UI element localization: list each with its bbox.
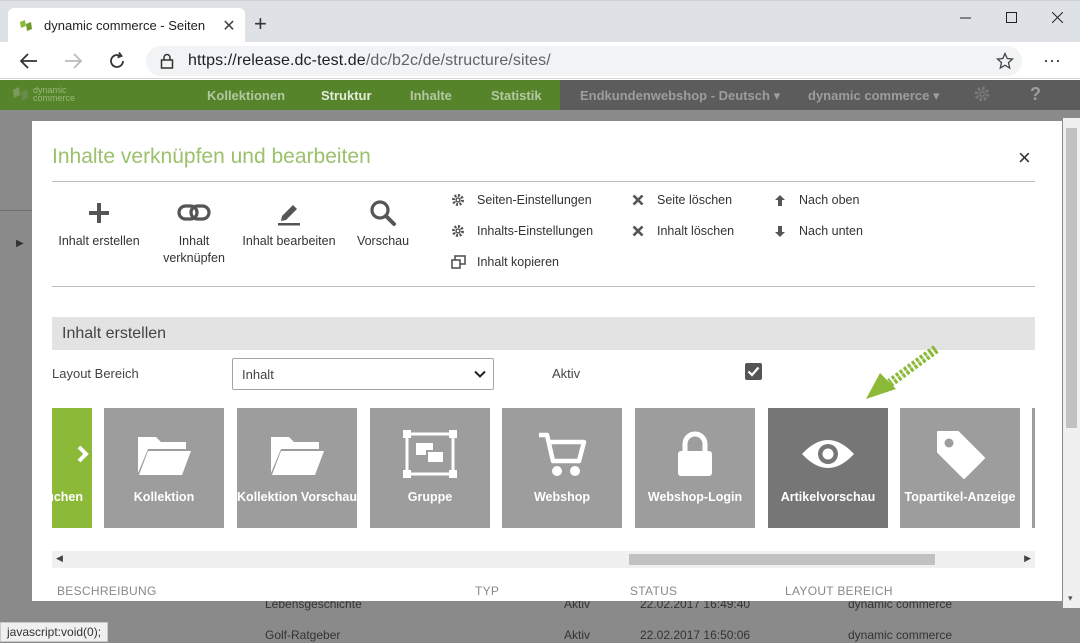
tiles-scrollbar[interactable]: ◀ ▶: [52, 551, 1035, 568]
lock-icon: [160, 53, 176, 69]
delete-content-button[interactable]: Inhalt löschen: [630, 223, 734, 239]
dialog-close-icon[interactable]: ×: [1018, 145, 1031, 171]
arrow-up-icon: [772, 192, 788, 208]
scroll-down-icon[interactable]: ▾: [1068, 593, 1073, 604]
bg-row-date: 22.02.2017 16:50:06: [640, 628, 751, 642]
edit-content-button[interactable]: Inhalt bearbeiten: [238, 193, 340, 250]
site-settings-button[interactable]: Seiten-Einstellungen: [450, 192, 592, 208]
tree-expand-icon: ▶: [16, 238, 24, 249]
dialog-title: Inhalte verknüpfen und bearbeiten: [52, 145, 371, 168]
nav-struktur[interactable]: Struktur: [321, 88, 372, 103]
content-type-tiles: uchen Kollektion Kollektion Vorschau Gru…: [52, 408, 1035, 528]
tile-webshop[interactable]: Webshop: [502, 408, 622, 528]
delete-site-button[interactable]: Seite löschen: [630, 192, 732, 208]
bookmark-star-icon[interactable]: [995, 51, 1015, 73]
pointer-arrow-icon: [862, 345, 940, 406]
scrollbar-thumb[interactable]: [1066, 128, 1077, 428]
maximize-icon[interactable]: [988, 6, 1034, 28]
new-tab-button[interactable]: +: [254, 13, 267, 35]
column-header-description[interactable]: BESCHREIBUNG: [57, 584, 157, 598]
shop-select[interactable]: Endkundenwebshop - Deutsch ▾: [580, 88, 780, 104]
chevron-down-icon: [473, 367, 487, 384]
folder-icon: [237, 426, 357, 482]
tab-close-icon[interactable]: ✕: [221, 16, 237, 36]
x-icon: [630, 192, 646, 208]
scroll-left-icon[interactable]: ◀: [56, 553, 63, 564]
back-icon[interactable]: [15, 47, 43, 75]
layout-area-select[interactable]: Inhalt: [232, 358, 494, 390]
edit-icon: [238, 193, 340, 233]
nav-kollektionen[interactable]: Kollektionen: [207, 88, 285, 103]
tab-title: dynamic commerce - Seiten: [44, 18, 206, 33]
nav-inhalte[interactable]: Inhalte: [410, 88, 452, 103]
arrow-down-icon: [772, 223, 788, 239]
divider: [52, 181, 1035, 182]
content-settings-button[interactable]: Inhalts-Einstellungen: [450, 223, 593, 239]
gear-icon: [450, 192, 466, 208]
search-icon: [350, 193, 416, 233]
help-icon[interactable]: ?: [1030, 84, 1041, 105]
move-down-button[interactable]: Nach unten: [772, 223, 863, 239]
lock-icon: [635, 426, 755, 482]
tile-group[interactable]: Gruppe: [370, 408, 490, 528]
tag-icon: [900, 426, 1020, 482]
browser-status-bar: javascript:void(0);: [0, 622, 109, 642]
eye-icon: [768, 426, 888, 482]
group-icon: [370, 426, 490, 482]
move-up-button[interactable]: Nach oben: [772, 192, 859, 208]
bg-row-area: dynamic commerce: [848, 628, 953, 642]
tile-collection-preview[interactable]: Kollektion Vorschau: [237, 408, 357, 528]
browser-menu-icon[interactable]: ···: [1040, 48, 1064, 72]
scroll-right-icon[interactable]: ▶: [1024, 553, 1031, 564]
copy-content-button[interactable]: Inhalt kopieren: [450, 254, 559, 270]
copy-icon: [450, 254, 466, 270]
tile-top-articles[interactable]: Topartikel-Anzeige: [900, 408, 1020, 528]
forward-icon[interactable]: [59, 47, 87, 75]
bg-row-status: Aktiv: [564, 628, 591, 642]
url-text: https://release.dc-test.de/dc/b2c/de/str…: [188, 52, 551, 69]
column-header-status[interactable]: STATUS: [630, 584, 677, 598]
gear-icon: [450, 223, 466, 239]
reload-icon[interactable]: [103, 47, 131, 75]
check-icon: [747, 366, 760, 377]
app-logo: dynamic commerce: [12, 86, 75, 103]
window-close-icon[interactable]: [1034, 6, 1080, 28]
cart-icon: [502, 426, 622, 482]
tile-webshop-login[interactable]: Webshop-Login: [635, 408, 755, 528]
active-checkbox[interactable]: [745, 363, 762, 380]
tile-search[interactable]: uchen: [52, 408, 92, 528]
page-scrollbar[interactable]: ▾: [1063, 118, 1080, 608]
layout-area-label: Layout Bereich: [52, 366, 139, 381]
active-label: Aktiv: [552, 366, 581, 381]
divider: [52, 286, 1035, 287]
preview-button[interactable]: Vorschau: [350, 193, 416, 250]
tile-article-preview[interactable]: Artikelvorschau: [768, 408, 888, 528]
link-icon: [154, 193, 234, 233]
favicon-icon: [18, 18, 34, 34]
scrollbar-thumb[interactable]: [629, 554, 935, 565]
minimize-icon[interactable]: [942, 6, 988, 28]
tile-partial: [1032, 408, 1035, 528]
tile-collection[interactable]: Kollektion: [104, 408, 224, 528]
x-icon: [630, 223, 646, 239]
bg-row-name: Golf-Ratgeber: [265, 628, 341, 642]
browser-tab[interactable]: dynamic commerce - Seiten ✕: [8, 8, 245, 43]
column-header-type[interactable]: TYP: [475, 584, 499, 598]
folder-icon: [104, 426, 224, 482]
browser-tabbar: dynamic commerce - Seiten ✕ +: [0, 0, 1080, 43]
settings-gear-icon[interactable]: [973, 85, 991, 106]
create-content-button[interactable]: Inhalt erstellen: [52, 193, 146, 250]
company-select[interactable]: dynamic commerce ▾: [808, 88, 940, 104]
column-header-layout-area[interactable]: LAYOUT BEREICH: [785, 584, 893, 598]
plus-icon: [52, 193, 146, 233]
link-content-button[interactable]: Inhalt verknüpfen: [154, 193, 234, 267]
browser-toolbar: https://release.dc-test.de/dc/b2c/de/str…: [0, 42, 1080, 79]
address-bar[interactable]: https://release.dc-test.de/dc/b2c/de/str…: [146, 46, 1022, 76]
app-header: dynamic commerce Kollektionen Struktur In…: [0, 80, 1080, 110]
nav-statistik[interactable]: Statistik: [491, 88, 542, 103]
